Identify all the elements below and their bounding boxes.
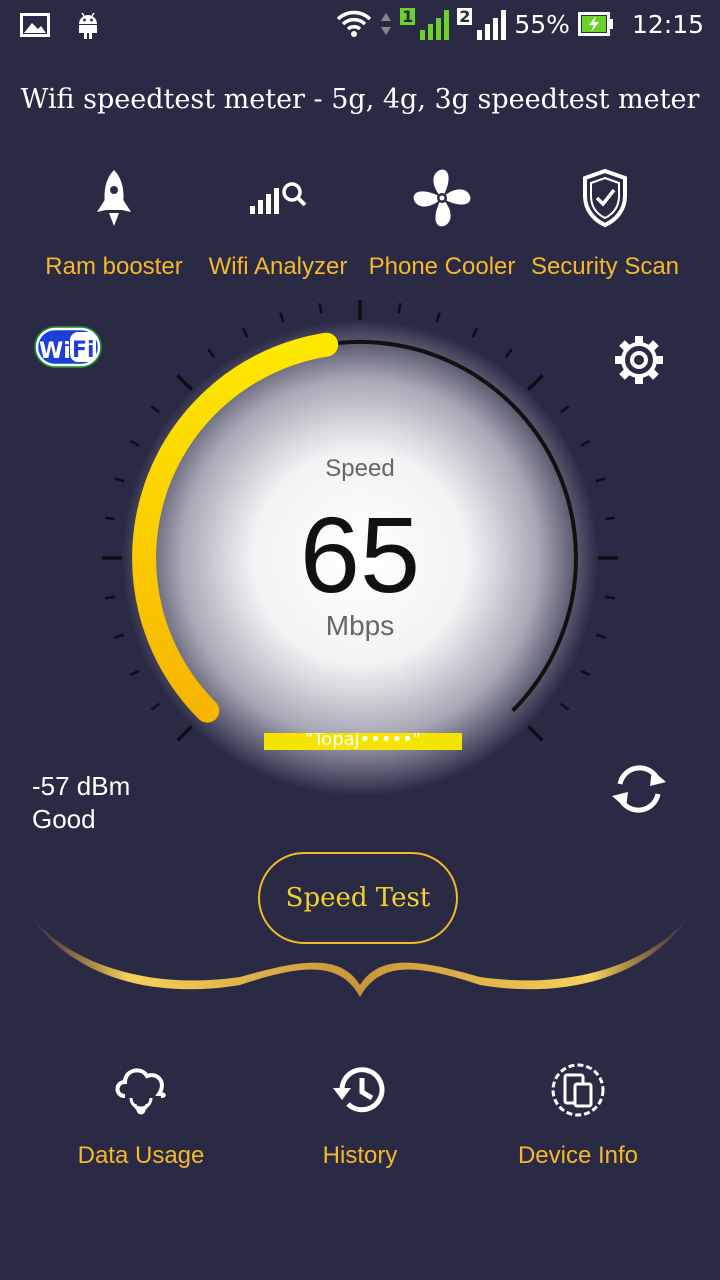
gauge-tick — [176, 374, 193, 391]
phone-cooler-label: Phone Cooler — [368, 253, 516, 280]
gauge-tick — [104, 595, 116, 600]
speed-label: Speed — [325, 455, 395, 482]
gauge-tick — [114, 633, 125, 639]
phone-cooler-button[interactable]: Phone Cooler — [357, 165, 527, 281]
gauge-tick — [559, 702, 570, 711]
gauge-tick — [129, 439, 140, 447]
gauge-tick — [279, 312, 285, 323]
wifi-badge-text-left: Wi — [39, 339, 71, 364]
speed-value: 65 — [299, 494, 421, 615]
rocket-icon — [97, 170, 131, 226]
refresh-icon[interactable] — [606, 760, 672, 818]
device-info-icon — [551, 1063, 605, 1117]
battery-charging-icon — [577, 12, 613, 36]
wifi-status-icon — [336, 10, 372, 37]
gauge-tick — [527, 725, 544, 742]
signal-search-icon — [250, 182, 307, 214]
sim1-label: 1 — [400, 7, 416, 26]
clock: 12:15 — [631, 9, 704, 39]
gauge-tick — [559, 405, 570, 414]
speed-test-button[interactable]: Speed Test — [258, 852, 458, 944]
wifi-analyzer-button[interactable]: Wifi Analyzer — [193, 165, 363, 281]
gauge-tick — [114, 477, 125, 483]
network-ssid: "Topaj•••••" — [264, 733, 462, 750]
history-label: History — [322, 1142, 398, 1169]
speed-unit: Mbps — [325, 610, 395, 641]
history-icon — [333, 1067, 385, 1113]
gauge-tick — [241, 327, 249, 338]
security-scan-label: Security Scan — [530, 253, 680, 280]
android-notification-icon — [79, 12, 97, 39]
settings-gear-icon[interactable] — [614, 335, 664, 385]
data-usage-label: Data Usage — [77, 1142, 205, 1169]
gauge-tick — [595, 633, 606, 639]
shield-check-icon — [583, 168, 627, 228]
device-info-button[interactable]: Device Info — [468, 1050, 688, 1170]
gauge-tick — [580, 439, 591, 447]
fan-icon — [413, 169, 471, 227]
wifi-analyzer-label: Wifi Analyzer — [208, 253, 348, 280]
sim2-signal-icon: 2 — [457, 7, 507, 40]
gauge-tick — [604, 595, 616, 600]
gauge-tick — [207, 348, 216, 359]
ram-booster-button[interactable]: Ram booster — [29, 165, 199, 281]
gauge-tick — [176, 725, 193, 742]
wifi-badge-text-right: Fi — [72, 338, 95, 363]
gallery-notification-icon — [20, 13, 50, 37]
gauge-tick — [318, 302, 323, 314]
gauge-tick — [604, 516, 616, 521]
data-usage-button[interactable]: Data Usage — [31, 1050, 251, 1170]
gauge-tick — [580, 669, 591, 677]
gauge-tick — [504, 348, 513, 359]
gauge-tick — [129, 669, 140, 677]
security-scan-button[interactable]: Security Scan — [520, 165, 690, 281]
gauge-tick — [397, 302, 402, 314]
gauge-tick — [527, 374, 544, 391]
ram-booster-label: Ram booster — [45, 253, 183, 280]
gauge-tick — [435, 312, 441, 323]
device-info-label: Device Info — [517, 1142, 639, 1169]
battery-percent: 55% — [514, 9, 570, 39]
gauge-tick — [104, 516, 116, 521]
cloud-data-icon — [115, 1068, 166, 1115]
app-title: Wifi speedtest meter - 5g, 4g, 3g speedt… — [20, 84, 700, 115]
wifi-badge-icon: Wi Fi — [34, 326, 102, 368]
gauge-tick — [150, 702, 161, 711]
signal-info: -57 dBm Good — [32, 770, 130, 836]
gauge-tick — [150, 405, 161, 414]
sim2-label: 2 — [457, 7, 473, 26]
gauge-tick — [595, 477, 606, 483]
signal-quality: Good — [32, 804, 96, 834]
sim1-signal-icon: 1 — [400, 7, 450, 40]
signal-strength: -57 dBm — [32, 771, 131, 801]
history-button[interactable]: History — [250, 1050, 470, 1170]
status-bar: 1 2 55% 12:15 — [0, 0, 720, 52]
data-arrows-icon — [381, 13, 392, 35]
gauge-tick — [471, 327, 479, 338]
